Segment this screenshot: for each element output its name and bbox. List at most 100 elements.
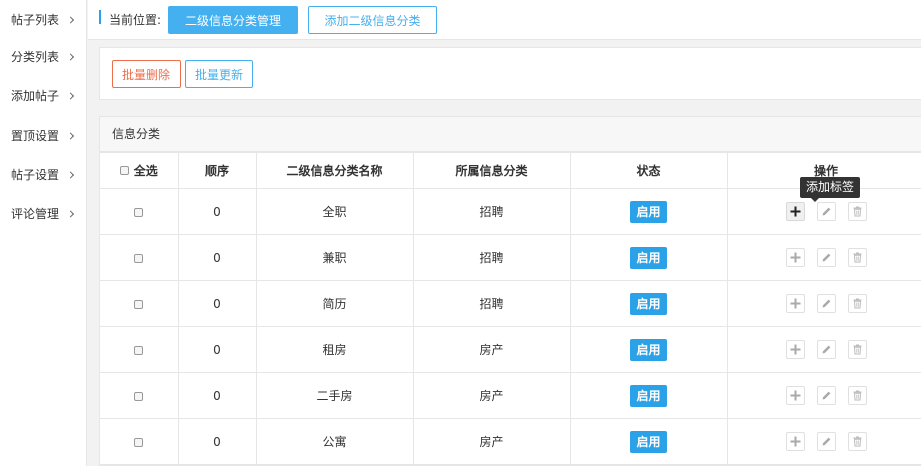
trash-icon <box>852 344 863 355</box>
select-all-checkbox[interactable] <box>119 166 129 175</box>
chevron-right-icon <box>66 131 75 140</box>
tab-secondary-category-management[interactable]: 二级信息分类管理 <box>168 6 298 34</box>
edit-button[interactable] <box>816 248 836 267</box>
column-header-status: 状态 <box>569 152 728 189</box>
pencil-icon <box>821 390 832 401</box>
row-checkbox[interactable] <box>134 437 144 447</box>
plus-icon <box>790 298 801 309</box>
sidebar-item-label: 帖子列表 <box>11 13 60 27</box>
sidebar-item-post-list[interactable]: 帖子列表 <box>0 0 87 39</box>
sidebar-item-label: 置顶设置 <box>11 129 60 143</box>
table-row: 0 兼职 招聘 启用 <box>100 234 921 281</box>
add-tag-button[interactable] <box>785 202 805 221</box>
sidebar-item-label: 添加帖子 <box>11 89 60 103</box>
location-marker <box>99 10 101 24</box>
trash-icon <box>852 436 863 447</box>
sidebar-item-pin-settings[interactable]: 置顶设置 <box>0 116 87 155</box>
trash-icon <box>852 206 863 217</box>
row-select-cell <box>100 326 179 373</box>
plus-icon <box>790 436 801 447</box>
row-parent: 招聘 <box>412 280 571 327</box>
delete-button[interactable] <box>847 202 867 221</box>
delete-button[interactable] <box>847 248 867 267</box>
plus-icon <box>790 252 801 263</box>
row-name: 租房 <box>255 326 414 373</box>
column-header-name: 二级信息分类名称 <box>255 152 414 189</box>
chevron-right-icon <box>66 170 75 179</box>
pencil-icon <box>821 206 832 217</box>
row-checkbox[interactable] <box>134 299 144 309</box>
row-actions-cell <box>726 418 921 465</box>
add-tag-button[interactable] <box>785 248 805 267</box>
trash-icon <box>852 298 863 309</box>
row-name: 兼职 <box>255 234 414 281</box>
row-name: 二手房 <box>255 372 414 419</box>
sidebar-item-add-post[interactable]: 添加帖子 <box>0 76 87 115</box>
trash-icon <box>852 390 863 401</box>
plus-icon <box>790 344 801 355</box>
plus-icon <box>790 206 801 217</box>
tab-add-secondary-category[interactable]: 添加二级信息分类 <box>308 6 437 34</box>
column-header-parent: 所属信息分类 <box>412 152 571 189</box>
row-parent: 招聘 <box>412 188 571 235</box>
table-row: 0 租房 房产 启用 <box>100 326 921 373</box>
edit-button[interactable] <box>816 432 836 451</box>
row-parent: 房产 <box>412 418 571 465</box>
row-checkbox[interactable] <box>134 345 144 355</box>
sidebar-item-label: 分类列表 <box>11 50 60 64</box>
delete-button[interactable] <box>847 432 867 451</box>
row-checkbox[interactable] <box>134 391 144 401</box>
delete-button[interactable] <box>847 340 867 359</box>
row-checkbox[interactable] <box>134 253 144 263</box>
status-badge[interactable]: 启用 <box>630 200 667 223</box>
add-tag-button[interactable] <box>785 340 805 359</box>
row-select-cell <box>100 372 179 419</box>
row-actions-cell <box>726 280 921 327</box>
pencil-icon <box>821 344 832 355</box>
location-label: 当前位置: <box>109 13 162 27</box>
edit-button[interactable] <box>816 202 836 221</box>
status-badge[interactable]: 启用 <box>630 430 667 453</box>
batch-update-button[interactable]: 批量更新 <box>185 60 253 88</box>
add-tag-button[interactable] <box>785 294 805 313</box>
status-badge[interactable]: 启用 <box>630 384 667 407</box>
pencil-icon <box>821 298 832 309</box>
edit-button[interactable] <box>816 340 836 359</box>
row-order: 0 <box>177 326 257 373</box>
row-parent: 招聘 <box>412 234 571 281</box>
table-row: 0 公寓 房产 启用 <box>100 418 921 465</box>
status-badge[interactable]: 启用 <box>630 338 667 361</box>
add-tag-button[interactable] <box>785 432 805 451</box>
row-status-cell: 启用 <box>569 280 728 327</box>
status-badge[interactable]: 启用 <box>630 246 667 269</box>
sidebar-item-post-settings[interactable]: 帖子设置 <box>0 155 87 194</box>
header-bar: 当前位置: 二级信息分类管理 添加二级信息分类 <box>88 0 921 40</box>
column-header-select-all[interactable]: 全选 <box>100 152 179 189</box>
table-header-row: 全选 顺序 二级信息分类名称 所属信息分类 状态 操作 <box>100 152 921 189</box>
select-all-label: 全选 <box>133 164 158 178</box>
row-order: 0 <box>177 372 257 419</box>
row-actions-cell <box>726 234 921 281</box>
batch-delete-button[interactable]: 批量删除 <box>112 60 181 88</box>
row-order: 0 <box>177 280 257 327</box>
sidebar-item-category-list[interactable]: 分类列表 <box>0 37 87 76</box>
edit-button[interactable] <box>816 386 836 405</box>
pencil-icon <box>821 436 832 447</box>
category-table: 全选 顺序 二级信息分类名称 所属信息分类 状态 操作 0 全职 招聘 启用 0 兼职 招聘… <box>100 152 921 465</box>
edit-button[interactable] <box>816 294 836 313</box>
row-order: 0 <box>177 418 257 465</box>
table-row: 0 简历 招聘 启用 <box>100 280 921 327</box>
delete-button[interactable] <box>847 294 867 313</box>
row-parent: 房产 <box>412 326 571 373</box>
row-status-cell: 启用 <box>569 372 728 419</box>
delete-button[interactable] <box>847 386 867 405</box>
sidebar: 帖子列表 分类列表 添加帖子 置顶设置 帖子设置 评论管理 <box>0 0 87 466</box>
trash-icon <box>852 252 863 263</box>
status-badge[interactable]: 启用 <box>630 292 667 315</box>
tooltip-arrow <box>811 198 819 202</box>
row-checkbox[interactable] <box>134 207 144 217</box>
panel-title: 信息分类 <box>100 117 921 152</box>
sidebar-item-comment-management[interactable]: 评论管理 <box>0 194 87 233</box>
add-tag-button[interactable] <box>785 386 805 405</box>
row-status-cell: 启用 <box>569 234 728 281</box>
